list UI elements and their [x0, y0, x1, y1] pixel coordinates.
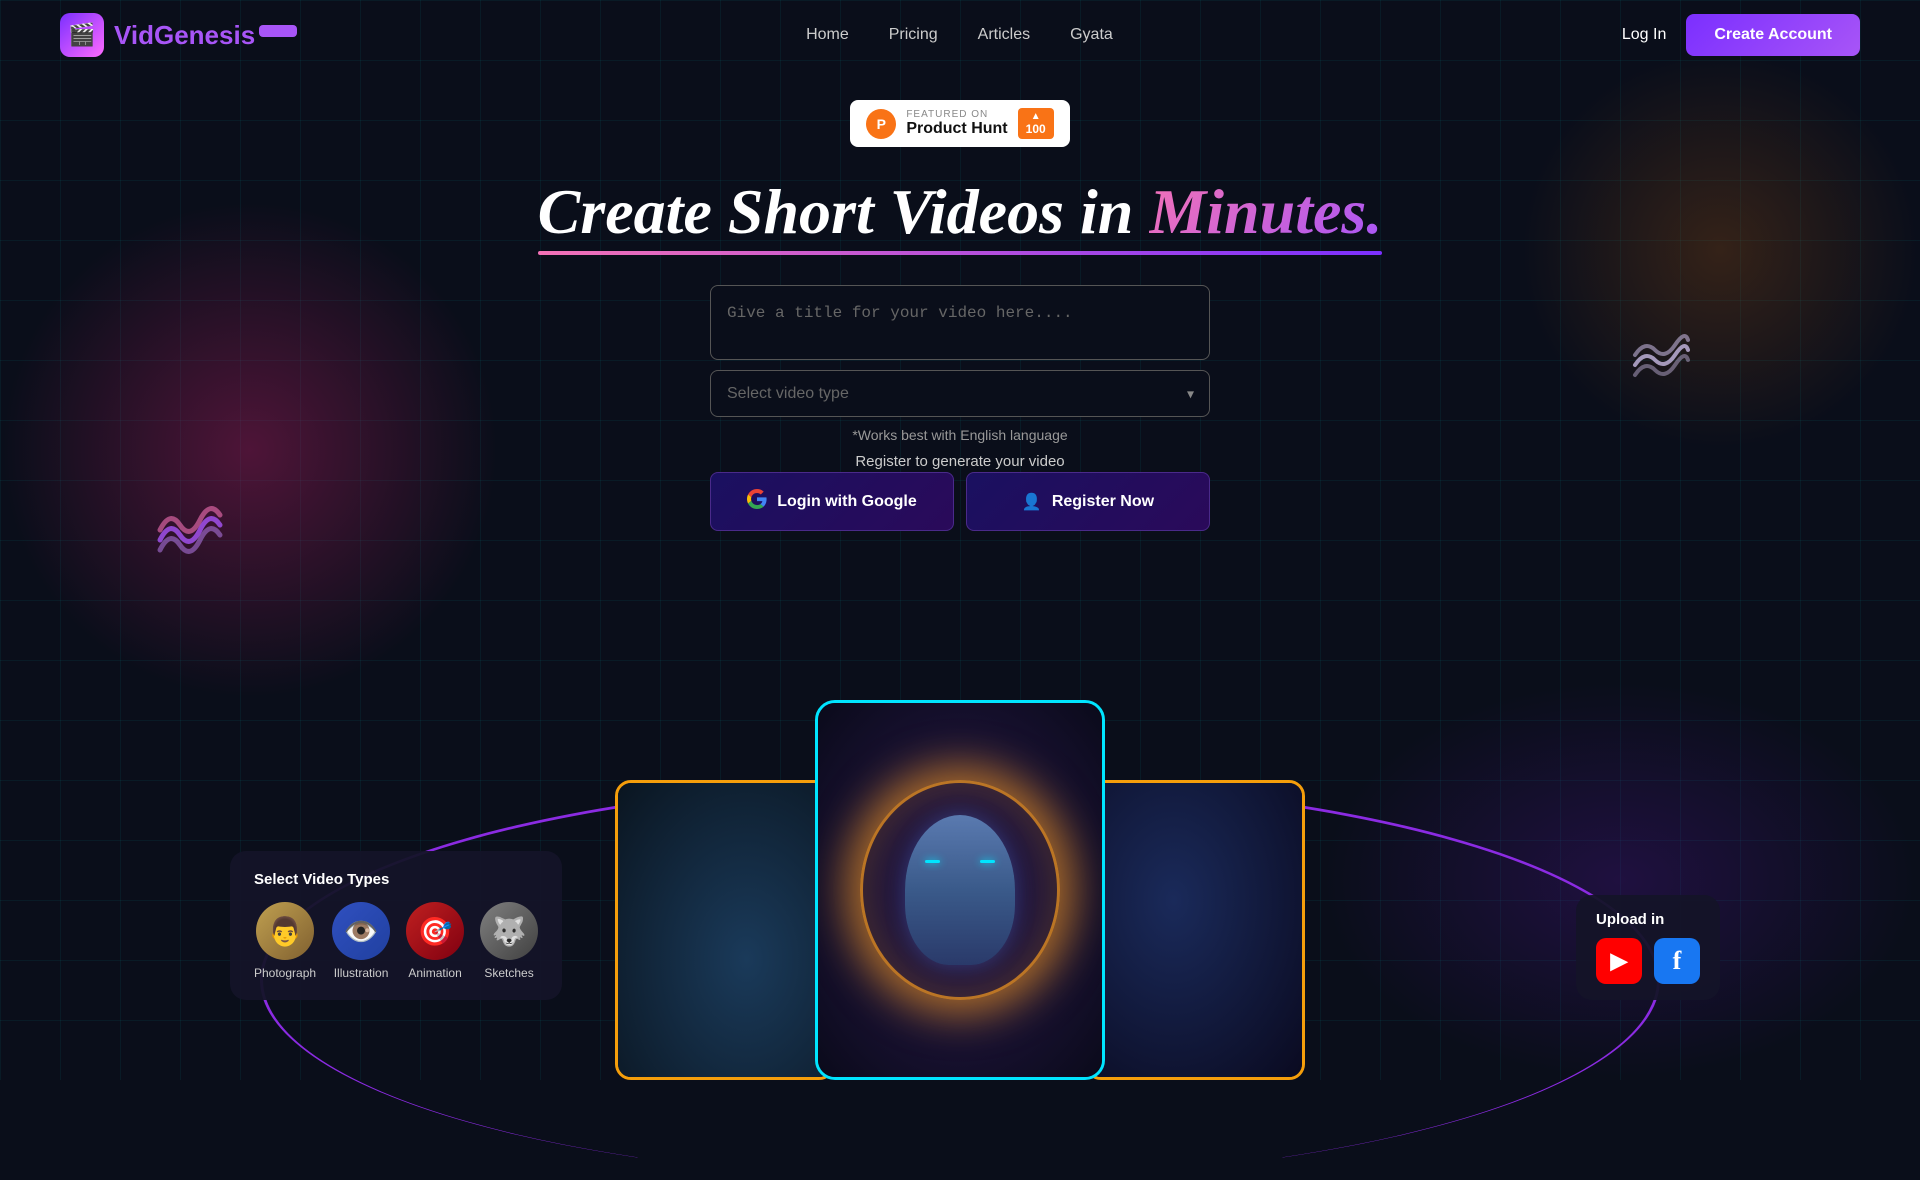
nav-home[interactable]: Home	[806, 26, 849, 44]
google-icon	[747, 489, 767, 514]
photograph-thumb: 👨	[256, 902, 314, 960]
illustration-emoji: 👁️	[344, 915, 379, 948]
ai-head	[905, 815, 1015, 965]
photograph-emoji: 👨	[268, 915, 303, 948]
right-eye	[980, 860, 995, 863]
input-area: Select video type Photograph Illustratio…	[710, 285, 1210, 470]
vt-item-illustration[interactable]: 👁️ Illustration	[332, 902, 390, 980]
animation-emoji: 🎯	[418, 915, 453, 948]
logo[interactable]: 🎬 VidGenesisBETA	[60, 13, 297, 57]
button-row: Login with Google 👤 Register Now	[710, 472, 1210, 531]
photograph-label: Photograph	[254, 966, 316, 980]
product-hunt-badge[interactable]: P FEATURED ON Product Hunt ▲ 100	[850, 100, 1069, 147]
video-title-input[interactable]	[710, 285, 1210, 360]
sketches-label: Sketches	[484, 966, 533, 980]
video-types-items: 👨 Photograph 👁️ Illustration 🎯 Animation…	[254, 902, 538, 980]
heading-underline	[538, 251, 1383, 255]
nav-pricing[interactable]: Pricing	[889, 26, 938, 44]
vt-item-sketches[interactable]: 🐺 Sketches	[480, 902, 538, 980]
youtube-icon[interactable]: ▶	[1596, 938, 1642, 984]
logo-text: VidGenesisBETA	[114, 20, 297, 51]
heading-accent: Minutes.	[1149, 176, 1382, 247]
vt-item-animation[interactable]: 🎯 Animation	[406, 902, 464, 980]
animation-label: Animation	[408, 966, 461, 980]
upload-card: Upload in ▶ f	[1576, 895, 1720, 1000]
video-type-select[interactable]: Select video type Photograph Illustratio…	[710, 370, 1210, 417]
illustration-label: Illustration	[334, 966, 389, 980]
nav-links: Home Pricing Articles Gyata	[806, 26, 1113, 44]
main-content: P FEATURED ON Product Hunt ▲ 100 Create …	[0, 70, 1920, 531]
animation-thumb: 🎯	[406, 902, 464, 960]
upload-title: Upload in	[1596, 911, 1700, 928]
ph-count: ▲ 100	[1018, 108, 1054, 139]
ph-text: FEATURED ON Product Hunt	[906, 109, 1007, 138]
select-wrapper: Select video type Photograph Illustratio…	[710, 370, 1210, 417]
vt-item-photograph[interactable]: 👨 Photograph	[254, 902, 316, 980]
register-prompt-text: Register to generate your video	[710, 453, 1210, 470]
navbar: 🎬 VidGenesisBETA Home Pricing Articles G…	[0, 0, 1920, 70]
main-heading: Create Short Videos in Minutes.	[538, 177, 1383, 255]
upload-icons: ▶ f	[1596, 938, 1700, 984]
sketches-thumb: 🐺	[480, 902, 538, 960]
sketches-emoji: 🐺	[492, 915, 527, 948]
login-button[interactable]: Log In	[1622, 26, 1666, 44]
phone-inner	[818, 703, 1102, 1077]
register-now-label: Register Now	[1052, 493, 1154, 511]
google-login-button[interactable]: Login with Google	[710, 472, 954, 531]
phone-mockup	[815, 700, 1105, 1080]
user-icon: 👤	[1022, 492, 1042, 512]
google-login-label: Login with Google	[777, 493, 917, 511]
ph-icon: P	[866, 109, 896, 139]
video-types-title: Select Video Types	[254, 871, 538, 888]
beta-badge: BETA	[259, 25, 297, 37]
facebook-icon[interactable]: f	[1654, 938, 1700, 984]
nav-gyata[interactable]: Gyata	[1070, 26, 1113, 44]
create-account-button[interactable]: Create Account	[1686, 14, 1860, 56]
nav-articles[interactable]: Articles	[978, 26, 1030, 44]
left-eye	[925, 860, 940, 863]
ph-label: FEATURED ON	[906, 109, 1007, 120]
logo-icon: 🎬	[60, 13, 104, 57]
side-card-right	[1085, 780, 1305, 1080]
register-now-button[interactable]: 👤 Register Now	[966, 472, 1210, 531]
video-types-card: Select Video Types 👨 Photograph 👁️ Illus…	[230, 851, 562, 1000]
nav-actions: Log In Create Account	[1622, 14, 1860, 56]
works-best-text: *Works best with English language	[710, 427, 1210, 443]
illustration-thumb: 👁️	[332, 902, 390, 960]
side-card-left	[615, 780, 835, 1080]
ph-name: Product Hunt	[906, 120, 1007, 138]
